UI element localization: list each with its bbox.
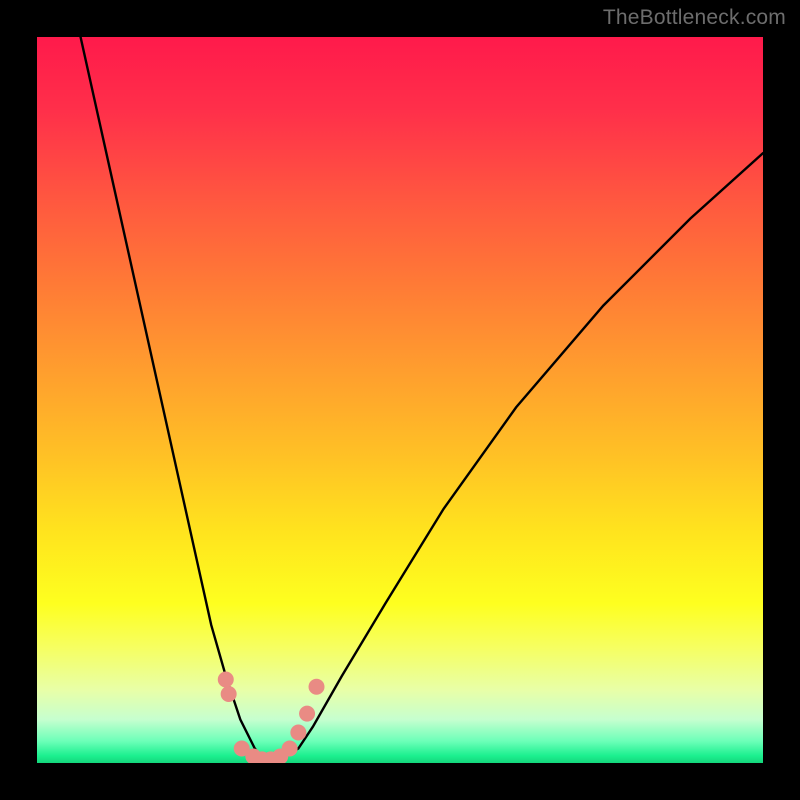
watermark-text: TheBottleneck.com bbox=[603, 6, 786, 30]
marker-dot bbox=[290, 725, 306, 741]
plot-area bbox=[37, 37, 763, 763]
marker-dot bbox=[221, 686, 237, 702]
marker-dot bbox=[299, 706, 315, 722]
marker-dot bbox=[218, 672, 234, 688]
bottleneck-curve bbox=[81, 37, 763, 761]
chart-svg bbox=[37, 37, 763, 763]
marker-dot bbox=[282, 740, 298, 756]
marker-group bbox=[218, 672, 325, 763]
chart-frame: TheBottleneck.com bbox=[0, 0, 800, 800]
marker-dot bbox=[309, 679, 325, 695]
